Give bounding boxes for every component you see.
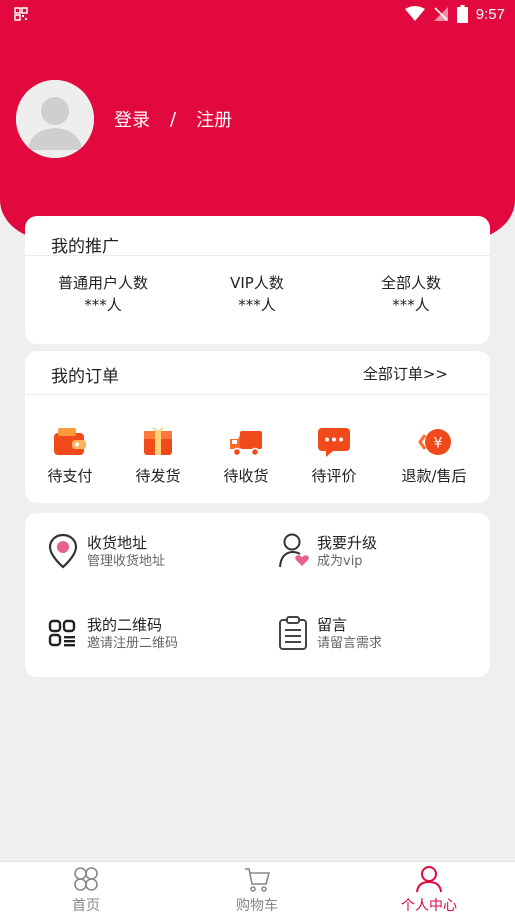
stat-label: 普通用户人数 [57,274,148,292]
gift-box-icon [144,427,172,455]
stat-all-users[interactable]: 全部人数 ***人 [351,272,471,316]
stat-value: ***人 [238,296,276,314]
status-time: 9:57 [475,5,505,23]
divider [25,255,490,256]
tool-subtitle: 管理收货地址 [87,554,166,569]
stat-vip-users[interactable]: VIP人数 ***人 [197,272,317,316]
tool-title: 留言 [317,616,348,634]
refund-icon: ¥ [418,429,451,455]
nav-home[interactable]: 首页 [36,865,136,915]
person-icon [416,866,442,893]
tool-title: 收货地址 [87,534,148,552]
avatar[interactable] [16,80,94,158]
order-pending-shipment[interactable]: 待发货 [113,425,203,486]
default-avatar-icon [16,80,94,158]
nav-cart[interactable]: 购物车 [207,865,307,915]
status-bar: 9:57 [0,0,515,28]
qr-mini-icon [14,7,28,21]
divider [25,394,490,395]
clipboard-icon [279,616,307,650]
signal-off-icon [433,7,448,21]
login-separator: / [170,108,177,130]
register-link[interactable]: 注册 [196,106,232,132]
tool-shipping-address[interactable]: 收货地址 管理收货地址 [47,533,165,571]
order-pending-review[interactable]: 待评价 [289,425,379,486]
stat-label: VIP人数 [230,274,284,292]
qr-code-icon [48,619,76,647]
stat-label: 全部人数 [380,274,441,292]
nav-label: 购物车 [236,898,278,914]
svg-text:¥: ¥ [434,436,443,452]
orders-title: 我的订单 [51,367,119,387]
chat-bubble-icon [318,428,350,457]
order-label: 待支付 [47,467,93,485]
promotion-title: 我的推广 [51,237,119,257]
nav-label: 首页 [72,898,100,914]
tool-title: 我的二维码 [87,616,163,634]
stat-normal-users[interactable]: 普通用户人数 ***人 [43,272,163,316]
stat-value: ***人 [84,296,122,314]
wifi-icon [404,6,425,21]
truck-icon [230,431,262,457]
location-pin-icon [48,533,78,569]
order-pending-payment[interactable]: 待支付 [25,425,115,486]
login-link[interactable]: 登录 [114,106,150,132]
wallet-icon [54,428,86,455]
tool-qr-code[interactable]: 我的二维码 邀请注册二维码 [47,615,178,653]
orders-card: 我的订单 全部订单>> 待支付 待发货 待收货 待评价 ¥ 退款/售后 [25,351,490,503]
promotion-card: 我的推广 普通用户人数 ***人 VIP人数 ***人 全部人数 ***人 [25,216,490,344]
all-orders-link[interactable]: 全部订单>> [363,363,448,384]
bottom-nav: 首页 购物车 个人中心 [0,861,515,917]
tools-card: 收货地址 管理收货地址 我要升级 成为vip 我的二维码 邀请注册二维码 留言 … [25,513,490,677]
nav-label: 个人中心 [401,898,457,914]
tool-subtitle: 邀请注册二维码 [87,636,179,651]
tool-message[interactable]: 留言 请留言需求 [277,615,382,653]
nav-profile[interactable]: 个人中心 [379,865,479,915]
tool-subtitle: 成为vip [317,554,363,569]
battery-icon [456,5,468,23]
tool-subtitle: 请留言需求 [317,636,383,651]
tool-title: 我要升级 [317,534,378,552]
order-label: 待评价 [311,467,357,485]
login-register-row: 登录 / 注册 [114,106,232,132]
tool-upgrade[interactable]: 我要升级 成为vip [277,533,377,571]
stat-value: ***人 [392,296,430,314]
order-pending-receipt[interactable]: 待收货 [201,425,291,486]
order-refund-aftersale[interactable]: ¥ 退款/售后 [389,425,479,486]
home-grid-icon [74,867,98,891]
user-heart-icon [279,533,309,568]
order-label: 退款/售后 [401,467,467,485]
cart-icon [245,868,271,892]
order-label: 待发货 [135,467,181,485]
profile-header: 登录 / 注册 [0,0,515,240]
order-label: 待收货 [223,467,269,485]
